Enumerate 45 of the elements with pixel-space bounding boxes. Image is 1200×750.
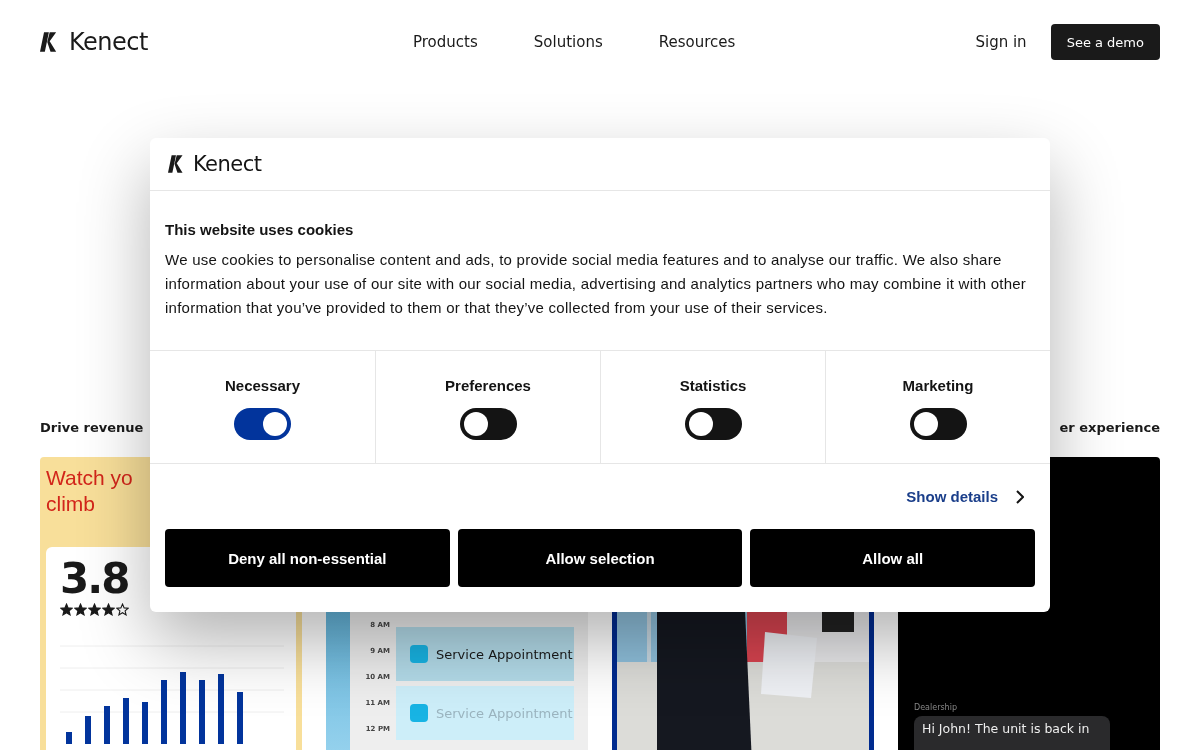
brand-name[interactable]: Kenect [69, 28, 148, 56]
chart-bar [199, 680, 205, 744]
rating-value: 3.8 [60, 557, 129, 601]
nav-link[interactable]: Resources [658, 33, 736, 51]
nav-link[interactable]: Products [413, 33, 478, 51]
section-label: er experience [1059, 420, 1160, 435]
star-icon [88, 603, 101, 616]
chevron-icon[interactable] [1016, 489, 1024, 504]
demo-button[interactable]: See a demo [1050, 24, 1160, 60]
star-icon [116, 603, 129, 616]
appointment-block: Service Appointment [396, 627, 574, 681]
toggle-switch[interactable] [684, 408, 742, 440]
chart-bar [161, 680, 167, 744]
chart-bar [142, 702, 148, 744]
appointment-block: Service Appointment [396, 686, 574, 740]
toggle-switch[interactable] [909, 408, 967, 440]
chart-bar [237, 692, 243, 744]
chart-bar [218, 674, 224, 744]
sender-label: Dealership [914, 703, 957, 712]
card-heading: Watch yo climb [46, 465, 134, 517]
chart-bar [123, 698, 129, 744]
dialog-text: We use cookies to personalise content and ads, to provide social media features and to analyse our traffic. We also share information about your use of our site with our social media, advertising and analytics partners who may combine it with other information that you’ve provided to them or that they’ve collected from your use of their services. [165, 250, 1028, 318]
section-label: Drive revenue [40, 420, 144, 435]
category-label: Statistics [679, 377, 747, 394]
category-label: Preferences [445, 377, 531, 394]
dialog-title: This website uses cookies [165, 221, 355, 238]
consent-button[interactable]: Deny all non-essential [165, 529, 450, 587]
star-icon [102, 603, 115, 616]
star-icon [74, 603, 87, 616]
chart-bar [85, 716, 91, 744]
nav-link[interactable]: Solutions [533, 33, 603, 51]
category-label: Necessary [224, 377, 301, 394]
consent-button[interactable]: Allow all [750, 529, 1035, 587]
star-icon [60, 603, 73, 616]
sign-in-link[interactable]: Sign in [975, 33, 1027, 51]
brand-name: Kenect [192, 152, 262, 176]
consent-button[interactable]: Allow selection [457, 529, 743, 587]
chat-message: Hi John! The unit is back in [914, 716, 1110, 750]
chart-bar [66, 732, 72, 744]
chart-bar [180, 672, 186, 744]
chart-bar [104, 706, 110, 744]
category-label: Marketing [902, 377, 974, 394]
toggle-switch[interactable] [234, 408, 291, 440]
show-details-link[interactable]: Show details [906, 488, 998, 505]
toggle-switch[interactable] [459, 408, 517, 440]
